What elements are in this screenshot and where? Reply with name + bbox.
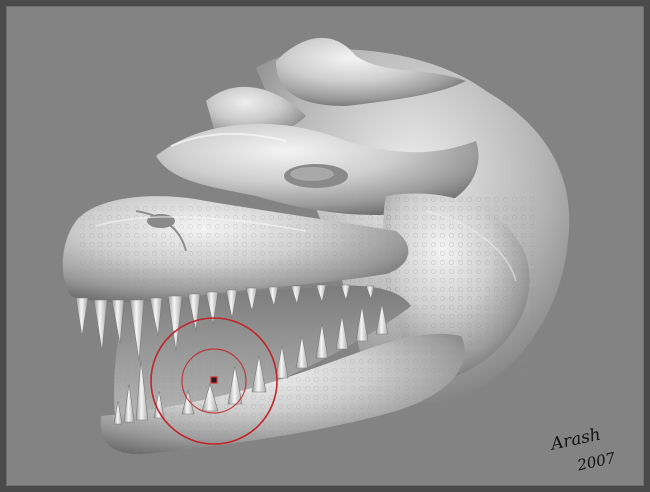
signature-name: Arash — [550, 426, 603, 455]
signature-year: 2007 — [575, 449, 618, 474]
nostril — [147, 214, 175, 228]
window-frame: Arash 2007 — [0, 0, 650, 492]
dragon-head-sculpt — [62, 37, 570, 456]
artist-signature: Arash 2007 — [550, 426, 630, 474]
viewport-canvas[interactable] — [6, 6, 644, 486]
brush-center-marker-icon — [210, 376, 218, 384]
sculpt-viewport[interactable]: Arash 2007 — [6, 6, 644, 486]
